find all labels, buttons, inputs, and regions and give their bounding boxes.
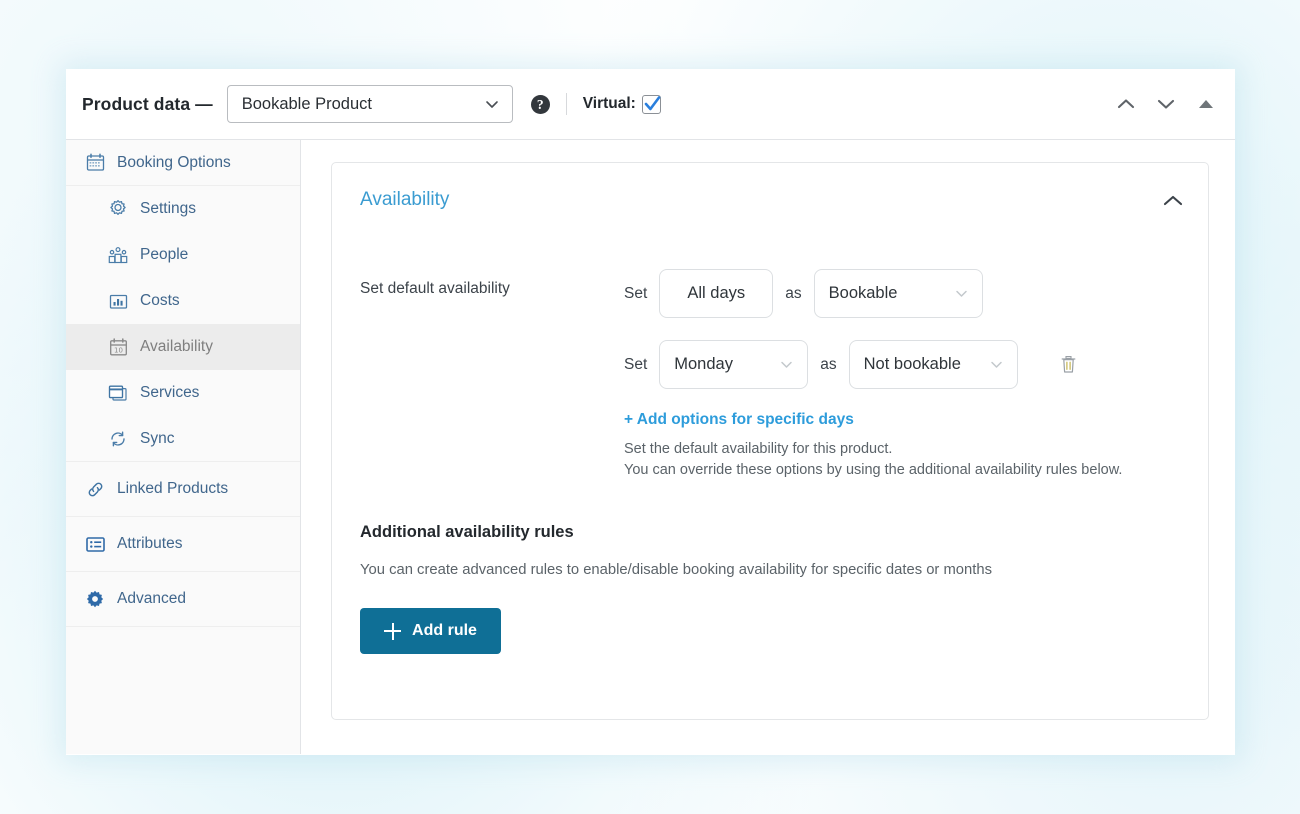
sidebar-item-label: Attributes — [117, 535, 183, 552]
availability-rule-row: Set All days as Bookable — [624, 269, 1178, 318]
gear-icon — [107, 198, 129, 220]
panel-collapse-button[interactable] — [1160, 189, 1186, 211]
plus-icon — [384, 622, 402, 640]
status-select-value: Bookable — [828, 284, 898, 302]
default-availability-fields: Set All days as Bookable Set Monday as N… — [624, 269, 1178, 481]
product-type-value: Bookable Product — [241, 94, 372, 113]
window-icon — [107, 382, 129, 404]
day-select-value: Monday — [674, 355, 733, 373]
product-type-select[interactable]: Bookable Product — [226, 85, 513, 123]
svg-text:10: 10 — [114, 346, 123, 354]
move-up-button[interactable] — [1113, 91, 1139, 117]
product-data-content: Availability Set default availability Se… — [301, 140, 1235, 754]
product-data-metabox: Product data — Bookable Product ? Virtua… — [66, 69, 1235, 755]
sidebar-item-label: Advanced — [117, 590, 186, 607]
sidebar-item-label: Sync — [140, 429, 175, 447]
sync-icon — [107, 428, 129, 450]
set-word: Set — [624, 284, 648, 302]
people-icon — [107, 244, 129, 266]
day-select[interactable]: All days — [659, 269, 774, 318]
chevron-down-icon — [485, 101, 498, 108]
virtual-field: Virtual: — [582, 94, 661, 114]
sidebar-item-booking-options[interactable]: Booking Options — [66, 140, 300, 186]
status-select[interactable]: Not bookable — [848, 340, 1018, 389]
default-availability-row: Set default availability Set All days as — [360, 269, 1178, 481]
sidebar-item-services[interactable]: Services — [66, 370, 300, 416]
bar-chart-icon — [107, 290, 129, 312]
product-data-sidebar: Booking Options Settings People Costs 10… — [66, 140, 301, 754]
sidebar-item-label: Availability — [140, 338, 213, 355]
triangle-up-icon — [1199, 100, 1213, 108]
chevron-down-icon — [781, 361, 793, 368]
chevron-up-icon — [1163, 195, 1183, 205]
metabox-order-controls — [1113, 91, 1219, 117]
day-select-value: All days — [687, 284, 746, 302]
page-title: Product data — — [82, 93, 213, 114]
as-word: as — [785, 284, 802, 302]
page-background: Product data — Bookable Product ? Virtua… — [0, 0, 1300, 814]
virtual-checkbox[interactable] — [641, 94, 661, 114]
sidebar-item-sync[interactable]: Sync — [66, 416, 300, 462]
availability-rule-row: Set Monday as Not bookable — [624, 340, 1178, 389]
list-icon — [84, 533, 106, 555]
sidebar-item-label: Linked Products — [117, 480, 229, 497]
link-icon — [84, 478, 106, 500]
default-availability-label: Set default availability — [360, 280, 510, 297]
chevron-down-icon — [1157, 99, 1175, 109]
hint-line-1: Set the default availability for this pr… — [624, 441, 893, 457]
calendar-icon — [84, 152, 106, 174]
as-word: as — [820, 355, 837, 373]
header-divider — [565, 93, 567, 115]
day-select[interactable]: Monday — [659, 340, 809, 389]
move-down-button[interactable] — [1153, 91, 1179, 117]
toggle-panel-button[interactable] — [1193, 91, 1219, 117]
check-icon — [644, 95, 661, 110]
hint-line-2: You can override these options by using … — [624, 462, 1123, 478]
sidebar-item-costs[interactable]: Costs — [66, 278, 300, 324]
metabox-header: Product data — Bookable Product ? Virtua… — [66, 69, 1235, 140]
additional-rules-heading: Additional availability rules — [360, 523, 574, 541]
sidebar-item-label: People — [140, 246, 189, 263]
sidebar-item-label: Settings — [140, 200, 197, 217]
calendar-10-icon: 10 — [107, 336, 129, 358]
sidebar-item-linked-products[interactable]: Linked Products — [66, 462, 300, 517]
sidebar-item-label: Services — [140, 384, 200, 401]
chevron-up-icon — [1117, 99, 1135, 109]
virtual-label: Virtual: — [582, 95, 636, 112]
add-rule-button[interactable]: Add rule — [360, 608, 501, 654]
panel-title: Availability — [360, 189, 450, 210]
sidebar-item-availability[interactable]: 10 Availability — [66, 324, 300, 370]
availability-panel: Availability Set default availability Se… — [331, 162, 1209, 720]
default-availability-hint: Set the default availability for this pr… — [624, 439, 1144, 481]
sidebar-item-attributes[interactable]: Attributes — [66, 517, 300, 572]
add-rule-label: Add rule — [412, 622, 477, 639]
sidebar-item-advanced[interactable]: Advanced — [66, 572, 300, 627]
sidebar-item-label: Costs — [140, 292, 180, 309]
help-circle-icon[interactable]: ? — [530, 94, 550, 114]
sidebar-item-people[interactable]: People — [66, 232, 300, 278]
delete-rule-button[interactable] — [1058, 353, 1080, 377]
status-select[interactable]: Bookable — [813, 269, 983, 318]
add-specific-days-link[interactable]: + Add options for specific days — [624, 411, 854, 429]
cog-icon — [84, 588, 106, 610]
sidebar-item-settings[interactable]: Settings — [66, 186, 300, 232]
additional-rules-description: You can create advanced rules to enable/… — [360, 562, 992, 578]
chevron-down-icon — [990, 361, 1002, 368]
trash-icon — [1061, 356, 1076, 373]
metabox-body: Booking Options Settings People Costs 10… — [66, 140, 1235, 754]
chevron-down-icon — [955, 290, 967, 297]
status-select-value: Not bookable — [863, 355, 961, 373]
sidebar-item-label: Booking Options — [117, 153, 231, 171]
set-word: Set — [624, 355, 648, 373]
